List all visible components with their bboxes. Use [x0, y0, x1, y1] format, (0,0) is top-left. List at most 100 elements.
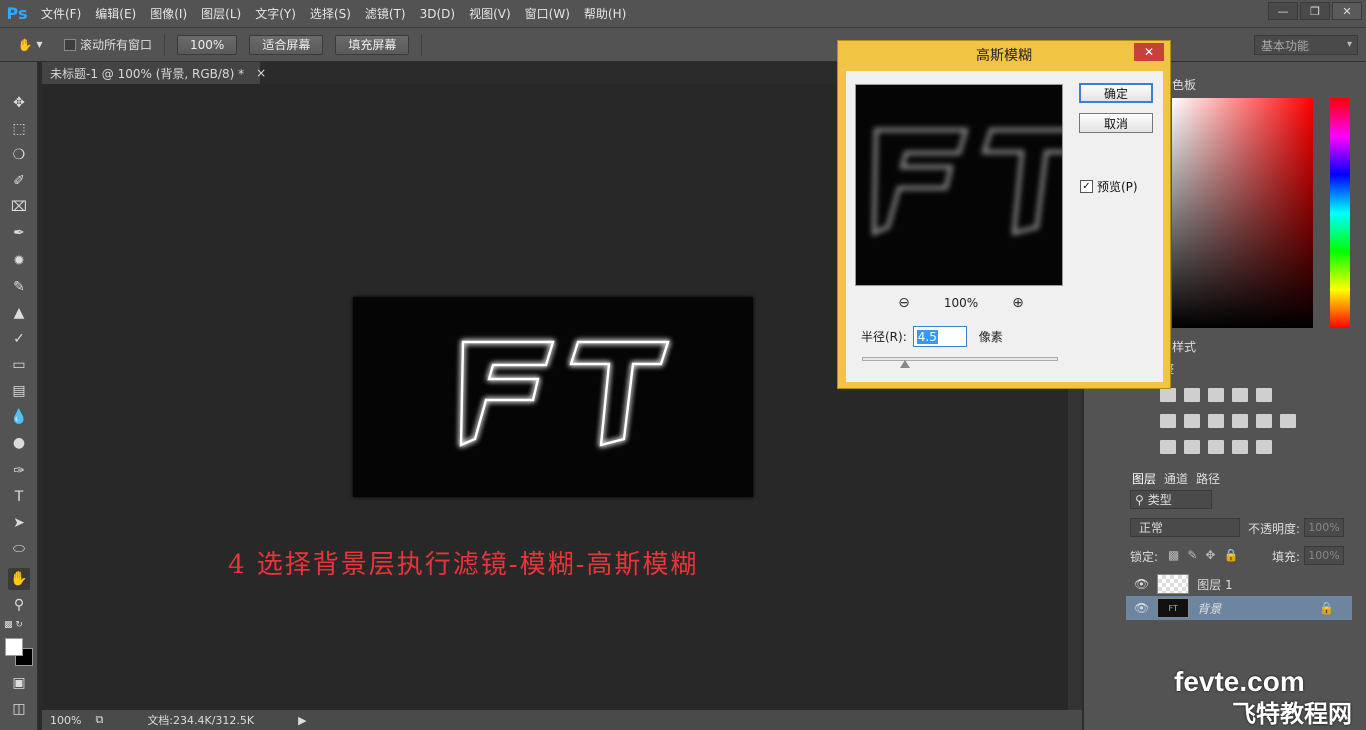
- hand-tool-icon[interactable]: ✋: [8, 568, 30, 590]
- fill-field[interactable]: 100%: [1304, 546, 1344, 565]
- workspace-label: 基本功能: [1261, 38, 1310, 53]
- checkbox-box: [64, 38, 76, 51]
- path-select-tool-icon[interactable]: ➤: [8, 512, 30, 534]
- fill-screen-button[interactable]: 填充屏幕: [335, 34, 410, 55]
- quick-mask-icon[interactable]: ▣: [8, 672, 30, 694]
- color-picker-field[interactable]: [1172, 98, 1313, 328]
- color-balance-icon[interactable]: [1184, 414, 1200, 428]
- radius-slider[interactable]: [862, 357, 1058, 361]
- pen-tool-icon[interactable]: ✑: [8, 460, 30, 482]
- restore-icon[interactable]: ❐: [1300, 2, 1330, 20]
- shape-tool-icon[interactable]: ⬭: [8, 538, 30, 560]
- scroll-all-windows-checkbox[interactable]: 滚动所有窗口: [64, 36, 152, 53]
- menu-filter[interactable]: 滤镜(T): [358, 0, 413, 28]
- marquee-tool-icon[interactable]: ⬚: [8, 118, 30, 140]
- menu-image[interactable]: 图像(I): [143, 0, 194, 28]
- exposure-icon[interactable]: [1232, 388, 1248, 402]
- channel-mixer-icon[interactable]: [1256, 414, 1272, 428]
- tab-layers[interactable]: 图层: [1132, 470, 1156, 487]
- eye-icon[interactable]: 👁: [1134, 577, 1149, 591]
- screen-mode-icon[interactable]: ◫: [8, 698, 30, 720]
- stamp-tool-icon[interactable]: ▲: [8, 302, 30, 324]
- canvas-image[interactable]: [353, 297, 753, 497]
- photo-filter-icon[interactable]: [1232, 414, 1248, 428]
- menu-layer[interactable]: 图层(L): [194, 0, 248, 28]
- radius-value: 4.5: [916, 329, 938, 344]
- document-tab[interactable]: 未标题-1 @ 100% (背景, RGB/8) * ×: [42, 62, 266, 84]
- radius-label: 半径(R):: [861, 330, 907, 344]
- lasso-tool-icon[interactable]: ❍: [8, 144, 30, 166]
- workspace-select[interactable]: 基本功能 ▾: [1254, 35, 1358, 55]
- filter-kind-label: 类型: [1147, 493, 1172, 507]
- zoom-100-button[interactable]: 100%: [177, 34, 238, 55]
- tab-channels[interactable]: 通道: [1164, 470, 1188, 487]
- layer-row-selected[interactable]: 👁 FT 背景 🔒: [1126, 596, 1352, 620]
- quick-select-tool-icon[interactable]: ✐: [8, 170, 30, 192]
- menu-help[interactable]: 帮助(H): [577, 0, 633, 28]
- color-lookup-icon[interactable]: [1280, 414, 1296, 428]
- close-icon[interactable]: ✕: [1332, 2, 1362, 20]
- healing-tool-icon[interactable]: ✹: [8, 250, 30, 272]
- preview-checkbox[interactable]: ✓ 预览(P): [1080, 178, 1138, 195]
- tab-styles[interactable]: 样式: [1172, 338, 1196, 355]
- black-white-icon[interactable]: [1208, 414, 1224, 428]
- selective-color-icon[interactable]: [1256, 440, 1272, 454]
- menu-select[interactable]: 选择(S): [303, 0, 358, 28]
- type-tool-icon[interactable]: T: [8, 486, 30, 508]
- brightness-icon[interactable]: [1160, 388, 1176, 402]
- lock-icons[interactable]: ▩✎✥🔒: [1168, 548, 1246, 562]
- tab-swatches[interactable]: 色板: [1172, 76, 1196, 93]
- invert-icon[interactable]: [1160, 440, 1176, 454]
- layer-thumbnail: FT: [1157, 598, 1190, 618]
- dodge-tool-icon[interactable]: ●: [8, 432, 30, 454]
- watermark-name: 飞特教程网: [1232, 700, 1352, 728]
- menu-edit[interactable]: 编辑(E): [88, 0, 143, 28]
- hand-tool-preset[interactable]: ✋ ▼: [0, 38, 60, 52]
- hue-saturation-icon[interactable]: [1160, 414, 1176, 428]
- posterize-icon[interactable]: [1184, 440, 1200, 454]
- default-colors-icon[interactable]: ▩ ↻: [4, 620, 23, 630]
- zoom-out-icon[interactable]: ⊖: [896, 295, 912, 311]
- menu-window[interactable]: 窗口(W): [518, 0, 577, 28]
- layer-filter-select[interactable]: ⚲ 类型: [1130, 490, 1212, 509]
- radius-slider-thumb[interactable]: [900, 360, 911, 368]
- levels-icon[interactable]: [1184, 388, 1200, 402]
- blend-mode-select[interactable]: 正常: [1130, 518, 1240, 537]
- menu-type[interactable]: 文字(Y): [248, 0, 303, 28]
- radius-input[interactable]: 4.5: [912, 326, 967, 347]
- minimize-icon[interactable]: —: [1268, 2, 1298, 20]
- move-tool-icon[interactable]: ✥: [8, 92, 30, 114]
- gradient-tool-icon[interactable]: ▤: [8, 380, 30, 402]
- history-brush-tool-icon[interactable]: ✓: [8, 328, 30, 350]
- close-tab-icon[interactable]: ×: [256, 66, 266, 80]
- eyedropper-tool-icon[interactable]: ✒: [8, 222, 30, 244]
- curves-icon[interactable]: [1208, 388, 1224, 402]
- dialog-close-icon[interactable]: ✕: [1134, 43, 1164, 61]
- blur-tool-icon[interactable]: 💧: [8, 406, 30, 428]
- checkmark-icon: ✓: [1080, 180, 1093, 193]
- status-zoom[interactable]: 100%: [50, 714, 81, 727]
- share-icon[interactable]: ⧉: [95, 713, 103, 727]
- crop-tool-icon[interactable]: ⌧: [8, 196, 30, 218]
- zoom-tool-icon[interactable]: ⚲: [8, 594, 30, 616]
- ok-button[interactable]: 确定: [1079, 83, 1153, 103]
- menu-view[interactable]: 视图(V): [462, 0, 518, 28]
- foreground-color-swatch[interactable]: [5, 638, 23, 656]
- menu-3d[interactable]: 3D(D): [413, 0, 462, 28]
- eraser-tool-icon[interactable]: ▭: [8, 354, 30, 376]
- status-menu-arrow-icon[interactable]: ▶: [298, 714, 306, 727]
- tab-paths[interactable]: 路径: [1196, 470, 1220, 487]
- eye-icon[interactable]: 👁: [1134, 601, 1149, 615]
- zoom-in-icon[interactable]: ⊕: [1010, 295, 1026, 311]
- blur-preview[interactable]: [855, 84, 1084, 286]
- threshold-icon[interactable]: [1208, 440, 1224, 454]
- opacity-field[interactable]: 100%: [1304, 518, 1344, 537]
- brush-tool-icon[interactable]: ✎: [8, 276, 30, 298]
- hue-slider[interactable]: [1330, 98, 1350, 328]
- cancel-button[interactable]: 取消: [1079, 113, 1153, 133]
- menu-file[interactable]: 文件(F): [34, 0, 88, 28]
- fit-screen-button[interactable]: 适合屏幕: [249, 34, 324, 55]
- vibrance-icon[interactable]: [1256, 388, 1272, 402]
- layer-row[interactable]: 👁 图层 1: [1126, 572, 1352, 596]
- gradient-map-icon[interactable]: [1232, 440, 1248, 454]
